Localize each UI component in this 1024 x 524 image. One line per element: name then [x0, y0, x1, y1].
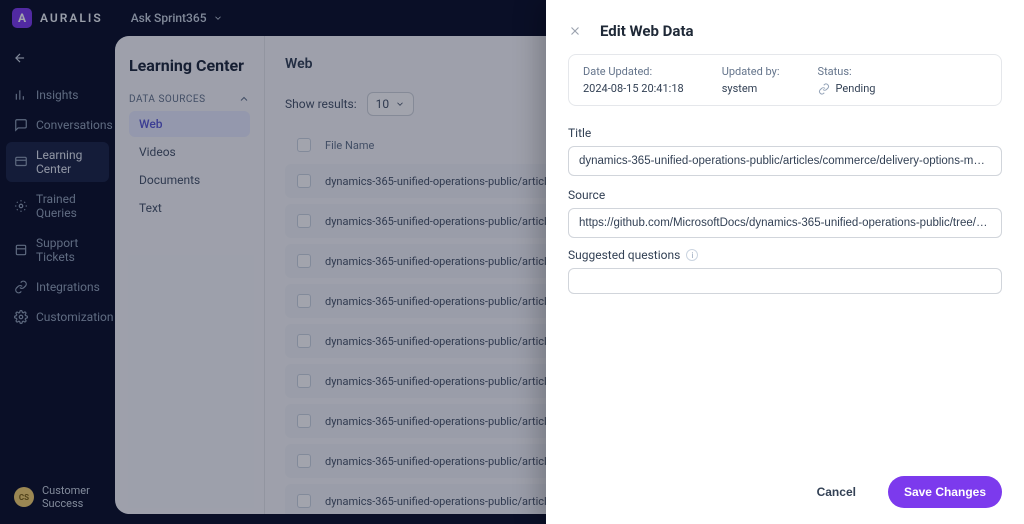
save-changes-button[interactable]: Save Changes: [888, 476, 1002, 508]
suggested-questions-label: Suggested questions: [568, 248, 680, 262]
meta-date-updated-value: 2024-08-15 20:41:18: [583, 82, 684, 95]
suggested-questions-input[interactable]: [568, 268, 1002, 294]
meta-updated-by-value: system: [722, 82, 780, 95]
link-broken-icon: [818, 83, 830, 95]
meta-status-label: Status:: [818, 65, 876, 78]
meta-box: Date Updated: 2024-08-15 20:41:18 Update…: [568, 54, 1002, 106]
meta-updated-by-label: Updated by:: [722, 65, 780, 78]
info-icon[interactable]: i: [686, 249, 698, 261]
meta-status-value: Pending: [836, 82, 876, 95]
source-label: Source: [568, 188, 1002, 202]
cancel-button[interactable]: Cancel: [801, 476, 872, 508]
meta-date-updated-label: Date Updated:: [583, 65, 684, 78]
source-input[interactable]: [568, 208, 1002, 238]
drawer-title: Edit Web Data: [600, 22, 694, 40]
title-label: Title: [568, 126, 1002, 140]
title-input[interactable]: [568, 146, 1002, 176]
close-icon[interactable]: [568, 24, 582, 38]
edit-web-data-drawer: Edit Web Data Date Updated: 2024-08-15 2…: [546, 0, 1024, 524]
